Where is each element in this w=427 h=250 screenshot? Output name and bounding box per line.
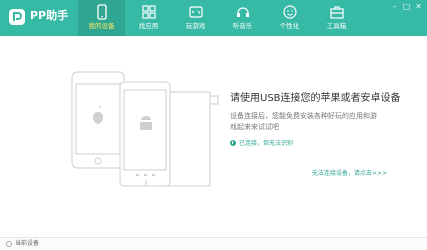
close-icon[interactable]: ✕	[414, 2, 423, 11]
nav-listen-music[interactable]: 听音乐	[219, 0, 266, 36]
help-link[interactable]: 无法连接设备，请点击>>>	[312, 168, 387, 177]
maximize-icon[interactable]: □	[402, 2, 411, 11]
nav-label: 听音乐	[232, 22, 253, 30]
iphone-home-button	[94, 157, 102, 165]
android-nav-home	[144, 174, 147, 176]
top-bar: PP助手 我的设备 找应用 玩游戏 听音乐 个性化 工具箱 – □ ✕	[0, 0, 427, 36]
nav-play-games[interactable]: 玩游戏	[172, 0, 219, 36]
status-text: 当前设备	[15, 240, 40, 247]
nav-label: 个性化	[279, 22, 300, 30]
nav-find-apps[interactable]: 找应用	[125, 0, 172, 36]
status-bar: 当前设备	[0, 238, 427, 250]
nav-personalize[interactable]: 个性化	[266, 0, 313, 36]
status-icon	[6, 241, 12, 247]
pp-logo-icon	[9, 9, 25, 25]
phones-illustration	[71, 71, 219, 187]
apps-icon	[141, 5, 156, 19]
device-icon	[96, 4, 107, 20]
notice-text: 已连接，但无法识别	[239, 140, 294, 147]
main-nav: 我的设备 找应用 玩游戏 听音乐 个性化 工具箱	[78, 0, 360, 36]
toolbox-icon	[329, 6, 344, 19]
connect-title: 请使用USB连接您的苹果或者安卓设备	[230, 93, 401, 104]
nav-label: 玩游戏	[185, 22, 206, 30]
gamepad-icon	[188, 6, 203, 18]
nav-label: 工具箱	[326, 22, 347, 30]
nav-label: 我的设备	[88, 22, 115, 30]
minimize-icon[interactable]: –	[390, 2, 399, 11]
window-controls: – □ ✕	[390, 2, 423, 12]
apple-icon	[93, 106, 103, 124]
cable-line-top	[170, 91, 211, 100]
nav-my-device[interactable]: 我的设备	[78, 0, 125, 36]
nav-toolbox[interactable]: 工具箱	[313, 0, 360, 36]
app-title: PP助手	[30, 9, 69, 22]
connect-description: 设备连接后，您能免费安装各种好玩的应用和游戏起来来试试吧	[230, 112, 377, 131]
nav-label: 找应用	[138, 22, 159, 30]
personalize-icon	[282, 5, 297, 19]
music-icon	[236, 7, 249, 17]
android-icon	[140, 116, 152, 130]
android-nav-menu	[152, 174, 155, 176]
info-icon	[230, 139, 236, 146]
notice: 已连接，但无法识别	[230, 138, 293, 147]
android-nav-back	[136, 174, 139, 176]
